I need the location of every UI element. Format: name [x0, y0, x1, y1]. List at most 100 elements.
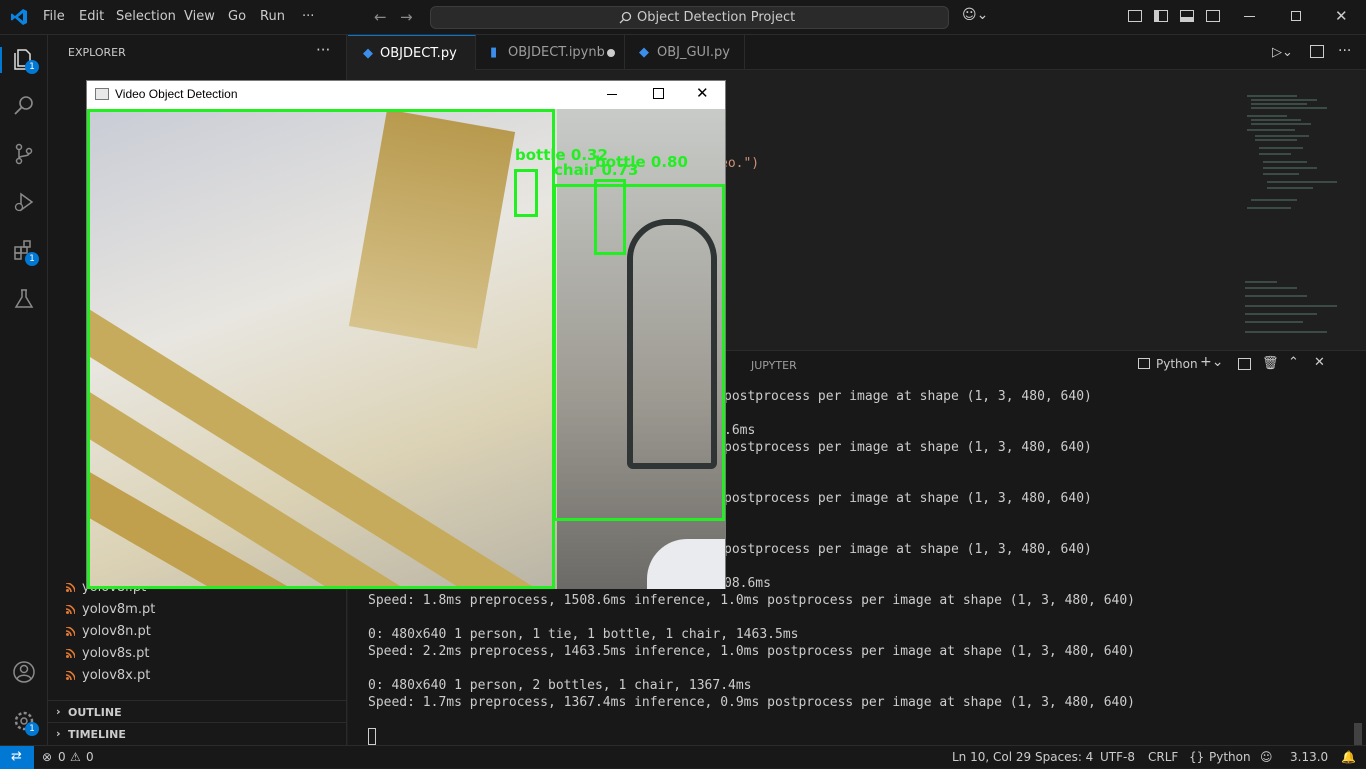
- video-frame: bottle 0.32 bottle 0.80 chair 0.73: [87, 109, 725, 589]
- more-actions-icon[interactable]: ···: [1338, 43, 1351, 59]
- video-window-titlebar[interactable]: Video Object Detection ✕: [87, 81, 725, 108]
- file-item[interactable]: yolov8m.pt: [82, 602, 155, 617]
- title-bar: File Edit Selection View Go Run ··· ← → …: [0, 0, 1366, 35]
- unsaved-dot-icon[interactable]: [607, 49, 615, 57]
- maximize-panel-icon[interactable]: ⌃: [1288, 355, 1299, 370]
- detection-box-person: [87, 109, 555, 589]
- toggle-secondary-sidebar-icon[interactable]: [1206, 10, 1220, 22]
- command-center-search[interactable]: Object Detection Project: [430, 6, 949, 29]
- menu-more[interactable]: ···: [302, 9, 314, 24]
- indentation[interactable]: Spaces: 4: [1035, 750, 1093, 764]
- menu-selection[interactable]: Selection: [116, 9, 176, 24]
- run-debug-icon[interactable]: [12, 190, 36, 214]
- detection-label-chair: chair 0.73: [554, 161, 639, 179]
- video-minimize-icon[interactable]: [607, 94, 617, 95]
- rss-file-icon: [66, 671, 75, 680]
- python-version[interactable]: 3.13.0: [1290, 750, 1328, 764]
- rss-file-icon: [66, 649, 75, 658]
- tab-obj-gui-py[interactable]: ◆ OBJ_GUI.py: [625, 35, 745, 70]
- outline-label: OUTLINE: [68, 706, 122, 719]
- testing-icon[interactable]: [12, 287, 36, 311]
- terminal-cursor: [368, 728, 376, 745]
- encoding[interactable]: UTF-8: [1100, 750, 1135, 764]
- tab-objdect-ipynb[interactable]: ▮ OBJDECT.ipynb: [476, 35, 625, 70]
- search-icon[interactable]: [12, 94, 36, 118]
- rss-file-icon: [66, 627, 75, 636]
- error-count[interactable]: 0: [58, 750, 66, 764]
- editor-tab-bar: ◆ OBJDECT.py ▮ OBJDECT.ipynb ◆ OBJ_GUI.p…: [348, 35, 1366, 70]
- close-icon[interactable]: ✕: [1335, 7, 1348, 25]
- file-item[interactable]: yolov8s.pt: [82, 646, 149, 661]
- cursor-position[interactable]: Ln 10, Col 29: [952, 750, 1031, 764]
- file-list: yolov8l.pt yolov8m.pt yolov8n.pt yolov8s…: [48, 576, 347, 686]
- back-arrow-icon[interactable]: ←: [374, 8, 387, 26]
- trash-icon[interactable]: 🗑: [1262, 356, 1279, 371]
- copilot-icon[interactable]: ☺⌄: [962, 7, 988, 23]
- copilot-status-icon[interactable]: ☺: [1260, 750, 1273, 764]
- notifications-bell-icon[interactable]: 🔔: [1341, 750, 1356, 764]
- python-file-icon: ◆: [639, 45, 649, 60]
- settings-badge: 1: [25, 722, 39, 736]
- tab-objdect-py[interactable]: ◆ OBJDECT.py: [348, 35, 476, 70]
- minimap-lines: [1245, 95, 1337, 333]
- toggle-sidebar-icon[interactable]: [1154, 10, 1168, 22]
- window-app-icon: [95, 88, 109, 100]
- split-terminal-icon[interactable]: [1238, 358, 1251, 370]
- chevron-right-icon: ›: [56, 727, 61, 740]
- source-control-icon[interactable]: [12, 142, 36, 166]
- activity-bar: 1 1 1: [0, 35, 48, 745]
- terminal-line: 0: 480x640 1 person, 2 bottles, 1 chair,…: [368, 678, 752, 693]
- chevron-right-icon: ›: [56, 705, 61, 718]
- forward-arrow-icon[interactable]: →: [400, 8, 413, 26]
- menu-go[interactable]: Go: [228, 9, 246, 24]
- video-detection-window[interactable]: Video Object Detection ✕ bottle 0.32 bot…: [86, 80, 726, 589]
- python-file-icon: ◆: [363, 46, 373, 61]
- account-icon[interactable]: [12, 660, 36, 684]
- close-panel-icon[interactable]: ✕: [1314, 355, 1325, 370]
- braces-icon: {}: [1189, 750, 1205, 764]
- tab-label: OBJDECT.py: [380, 46, 457, 61]
- status-bar: ⇄ ⊗ 0 ⚠ 0 Ln 10, Col 29 Spaces: 4 UTF-8 …: [0, 745, 1366, 769]
- remote-indicator[interactable]: ⇄: [0, 746, 34, 769]
- tab-label: OBJDECT.ipynb: [508, 45, 605, 60]
- video-maximize-icon[interactable]: [653, 88, 664, 99]
- minimap[interactable]: [1237, 92, 1354, 347]
- toggle-panel-icon[interactable]: [1180, 10, 1194, 22]
- video-close-icon[interactable]: ✕: [696, 84, 709, 102]
- menu-file[interactable]: File: [43, 9, 65, 24]
- terminal-line: postprocess per image at shape (1, 3, 48…: [724, 389, 1092, 404]
- timeline-section[interactable]: › TIMELINE: [48, 722, 347, 744]
- warning-icon[interactable]: ⚠: [70, 750, 81, 764]
- terminal-scrollbar[interactable]: [1354, 723, 1362, 745]
- terminal-line: Speed: 1.8ms preprocess, 1508.6ms infere…: [368, 593, 1136, 608]
- terminal-line: postprocess per image at shape (1, 3, 48…: [724, 491, 1092, 506]
- menu-view[interactable]: View: [184, 9, 215, 24]
- timeline-label: TIMELINE: [68, 728, 126, 741]
- menu-edit[interactable]: Edit: [79, 9, 104, 24]
- terminal-line: .6ms: [724, 423, 756, 438]
- customize-layout-icon[interactable]: [1128, 10, 1142, 22]
- notebook-file-icon: ▮: [490, 45, 498, 60]
- video-window-title: Video Object Detection: [115, 87, 238, 101]
- errors-icon[interactable]: ⊗: [42, 750, 52, 764]
- minimize-icon[interactable]: [1244, 16, 1255, 17]
- new-terminal-icon[interactable]: +⌄: [1200, 354, 1223, 370]
- explorer-header: EXPLORER: [68, 46, 126, 59]
- file-item[interactable]: yolov8x.pt: [82, 668, 150, 683]
- terminal-line: postprocess per image at shape (1, 3, 48…: [724, 542, 1092, 557]
- more-actions-icon[interactable]: ···: [316, 41, 330, 59]
- file-item[interactable]: yolov8n.pt: [82, 624, 151, 639]
- terminal-line: 0: 480x640 1 person, 1 tie, 1 bottle, 1 …: [368, 627, 799, 642]
- vscode-logo-icon: [11, 9, 27, 25]
- menu-run[interactable]: Run: [260, 9, 285, 24]
- explorer-badge: 1: [25, 60, 39, 74]
- tab-jupyter[interactable]: JUPYTER: [751, 359, 797, 372]
- language-mode[interactable]: Python: [1209, 750, 1251, 764]
- run-python-icon[interactable]: ▷⌄: [1272, 45, 1293, 60]
- terminal-profile[interactable]: Python: [1156, 357, 1198, 371]
- outline-section[interactable]: › OUTLINE: [48, 700, 347, 722]
- split-editor-icon[interactable]: [1310, 45, 1324, 58]
- restore-icon[interactable]: [1291, 11, 1301, 21]
- warning-count[interactable]: 0: [86, 750, 94, 764]
- line-ending[interactable]: CRLF: [1148, 750, 1178, 764]
